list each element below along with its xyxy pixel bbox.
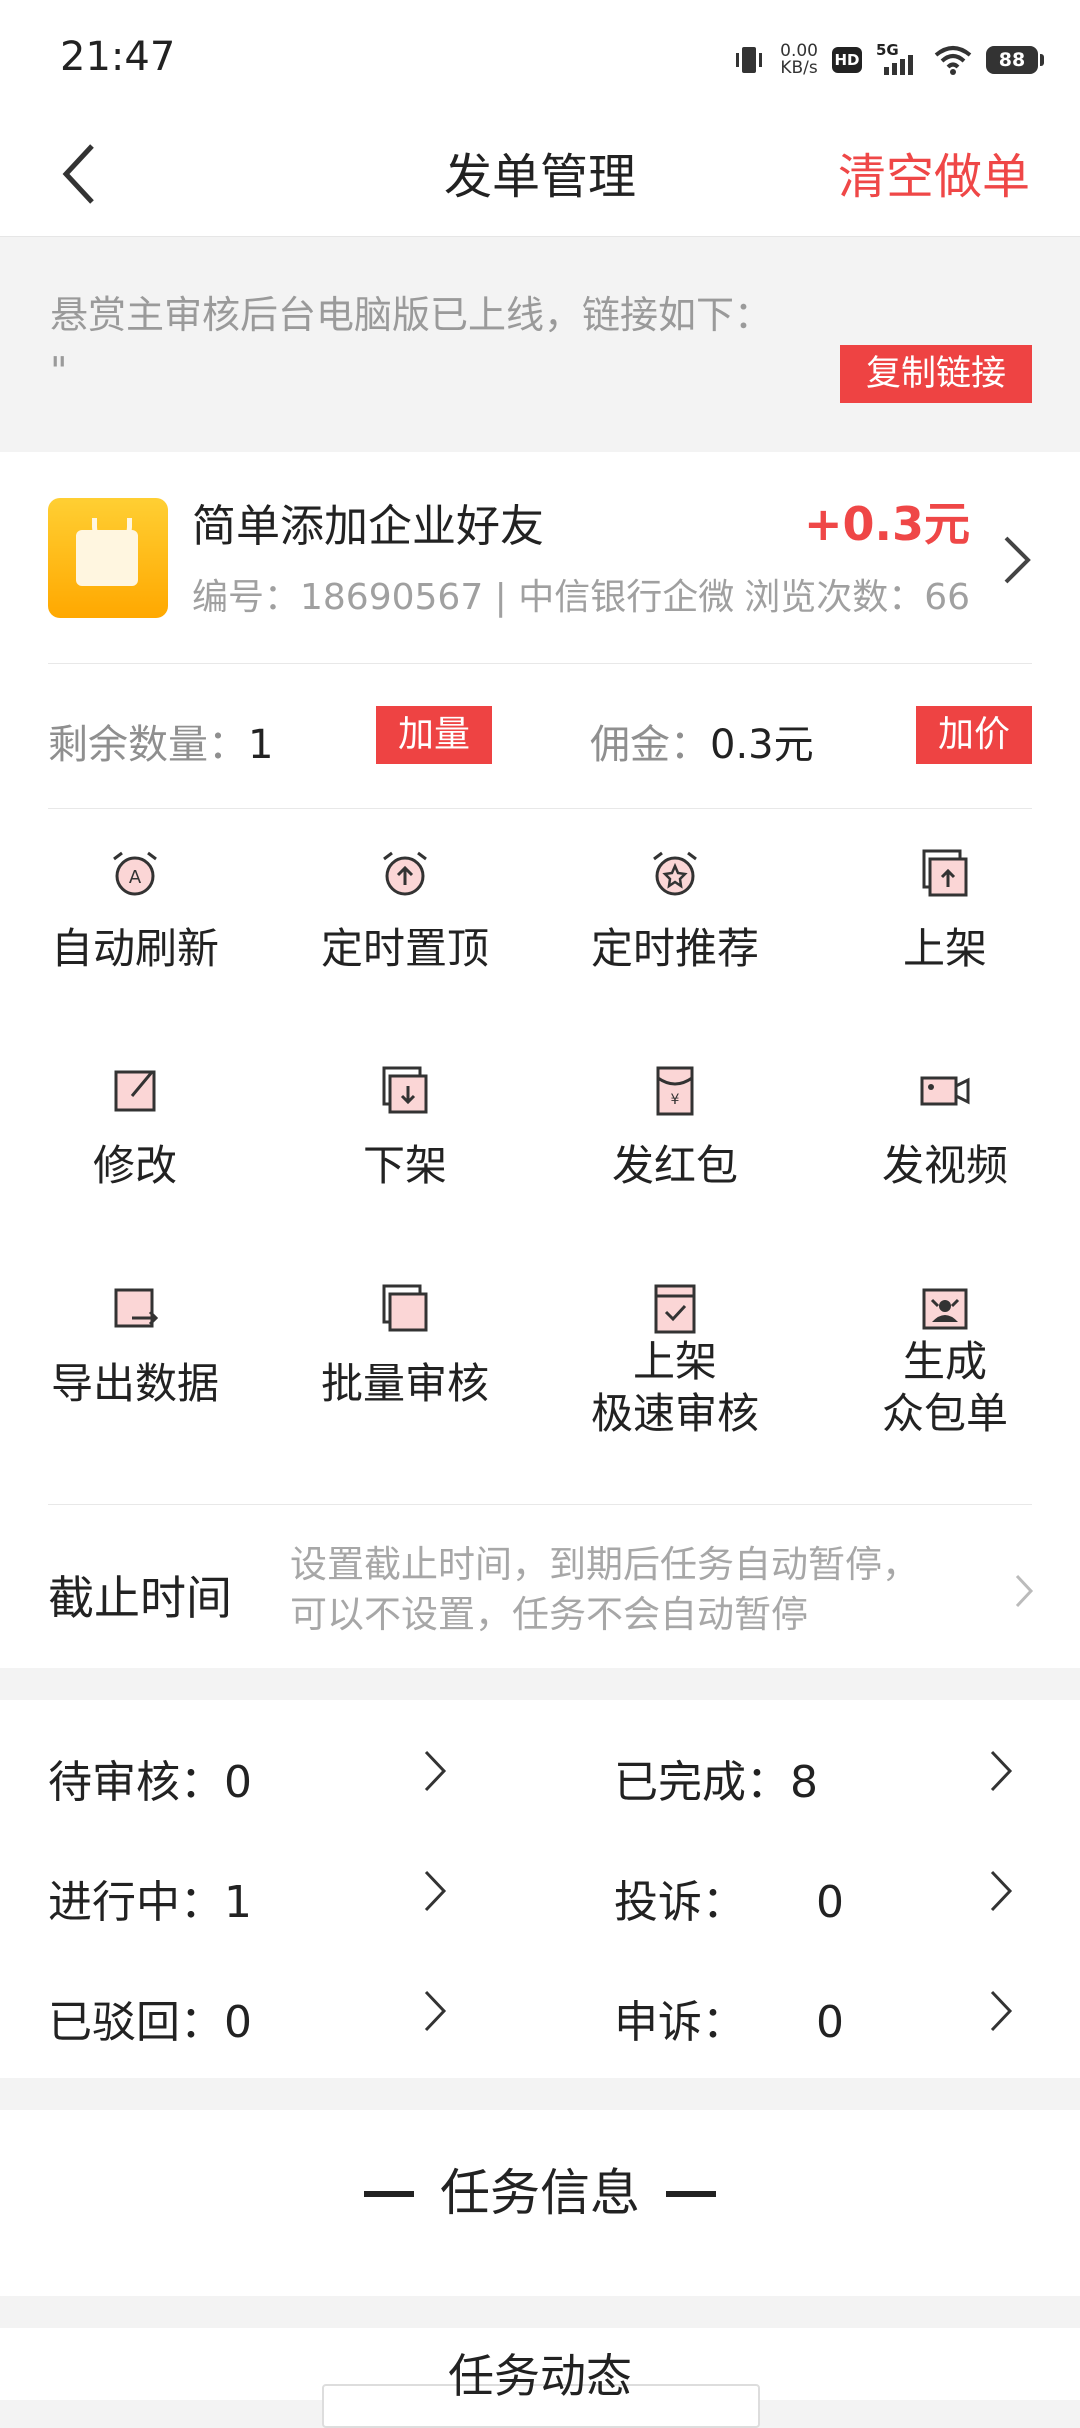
shelf-down-icon [382, 1066, 428, 1114]
remaining-quantity: 剩余数量：1 [48, 722, 274, 768]
action-timed-recommend[interactable]: 定时推荐 [540, 847, 810, 975]
signal-icon: 5G [876, 41, 920, 77]
status-time: 21:47 [60, 34, 176, 80]
chevron-right-icon[interactable] [988, 1988, 1014, 2034]
task-info-title: 任务信息 [440, 2164, 640, 2222]
deadline-label: 截止时间 [48, 1571, 232, 1625]
stat-rejected[interactable]: 已驳回：0 [48, 1986, 252, 2050]
back-icon[interactable] [52, 134, 112, 214]
fast-review-label: 上架 极速审核 [590, 1337, 759, 1438]
notice-banner: 悬赏主审核后台电脑版已上线，链接如下： " 复制链接 [0, 237, 1080, 451]
edit-icon [114, 1070, 156, 1112]
task-info-section: 任务信息 [0, 2110, 1080, 2296]
add-price-button[interactable]: 加价 [916, 706, 1032, 764]
crowdsource-icon [922, 1288, 968, 1330]
action-batch-review[interactable]: 批量审核 [270, 1282, 540, 1410]
chevron-right-icon[interactable] [422, 1748, 448, 1794]
shopping-bag-icon [48, 498, 168, 618]
task-dynamics-section: 任务动态 [0, 2328, 1080, 2428]
divider [48, 1504, 1032, 1505]
alarm-star-icon [653, 851, 697, 896]
task-card: 简单添加企业好友 +0.3元 编号：18690567 | 中信银行企微 浏览次数… [0, 452, 1080, 1668]
chevron-right-icon[interactable] [422, 1988, 448, 2034]
clear-orders-button[interactable]: 清空做单 [838, 118, 1030, 236]
status-icons: 0.00 KB/s HD 5G 88 [732, 36, 1044, 84]
net-speed: 0.00 KB/s [780, 41, 818, 78]
chevron-right-icon[interactable] [1002, 532, 1032, 588]
commission: 佣金：0.3元 [590, 722, 814, 768]
video-icon [920, 1076, 970, 1106]
notice-text: 悬赏主审核后台电脑版已上线，链接如下： " [50, 293, 773, 393]
export-icon [114, 1288, 159, 1328]
task-dynamics-title: 任务动态 [448, 2349, 632, 2403]
shelf-up-icon [922, 849, 968, 897]
deadline-hint[interactable]: 设置截止时间，到期后任务自动暂停， 可以不设置，任务不会自动暂停 [290, 1540, 990, 1640]
action-export-data[interactable]: 导出数据 [0, 1282, 270, 1410]
chevron-right-icon[interactable] [422, 1868, 448, 1914]
alarm-top-icon [383, 851, 427, 896]
action-shelf-up[interactable]: 上架 [810, 847, 1080, 975]
chevron-right-icon[interactable] [988, 1868, 1014, 1914]
crowdsource-label: 生成 众包单 [881, 1337, 1008, 1438]
action-red-packet[interactable]: ¥ 发红包 [540, 1064, 810, 1192]
stat-in-progress[interactable]: 进行中：1 [48, 1866, 252, 1930]
status-bar: 21:47 0.00 KB/s HD 5G 88 [0, 0, 1080, 118]
stats-panel: 待审核：0 已完成：8 进行中：1 投诉： 0 已驳回：0 申诉： 0 [0, 1700, 1080, 2078]
task-name: 简单添加企业好友 [192, 501, 544, 552]
divider [48, 808, 1032, 809]
stat-completed[interactable]: 已完成：8 [614, 1746, 818, 1810]
task-reward: +0.3元 [803, 497, 970, 551]
chevron-right-icon[interactable] [988, 1748, 1014, 1794]
vibrate-icon [736, 47, 763, 73]
batch-review-icon [382, 1284, 428, 1332]
title-dash [666, 2191, 716, 2197]
action-shelf-down[interactable]: 下架 [270, 1064, 540, 1192]
svg-text:¥: ¥ [671, 1092, 680, 1108]
battery-icon: 88 [986, 46, 1044, 74]
wifi-icon [934, 46, 972, 75]
nav-header: 发单管理 清空做单 [0, 118, 1080, 237]
red-packet-icon: ¥ [656, 1066, 694, 1116]
action-video[interactable]: 发视频 [810, 1064, 1080, 1192]
action-timed-top[interactable]: 定时置顶 [270, 847, 540, 975]
fast-review-icon [654, 1284, 696, 1334]
divider [48, 663, 1032, 664]
svg-text:A: A [129, 867, 142, 888]
auto-refresh-icon: A [113, 851, 157, 896]
task-views: 浏览次数：66 [744, 577, 970, 618]
chevron-right-icon[interactable] [1014, 1572, 1034, 1610]
stat-pending[interactable]: 待审核：0 [48, 1746, 252, 1810]
task-meta: 编号：18690567 | 中信银行企微 [192, 577, 735, 618]
action-crowdsource[interactable]: 生成 众包单 [810, 1282, 1080, 1440]
copy-link-button[interactable]: 复制链接 [840, 345, 1032, 403]
stat-complaint[interactable]: 投诉： 0 [614, 1866, 844, 1930]
add-quantity-button[interactable]: 加量 [376, 706, 492, 764]
hd-icon: HD [832, 47, 862, 73]
stat-appeal[interactable]: 申诉： 0 [614, 1986, 844, 2050]
action-edit[interactable]: 修改 [0, 1064, 270, 1192]
action-auto-refresh[interactable]: A 自动刷新 [0, 847, 270, 975]
action-fast-review[interactable]: 上架 极速审核 [540, 1282, 810, 1440]
